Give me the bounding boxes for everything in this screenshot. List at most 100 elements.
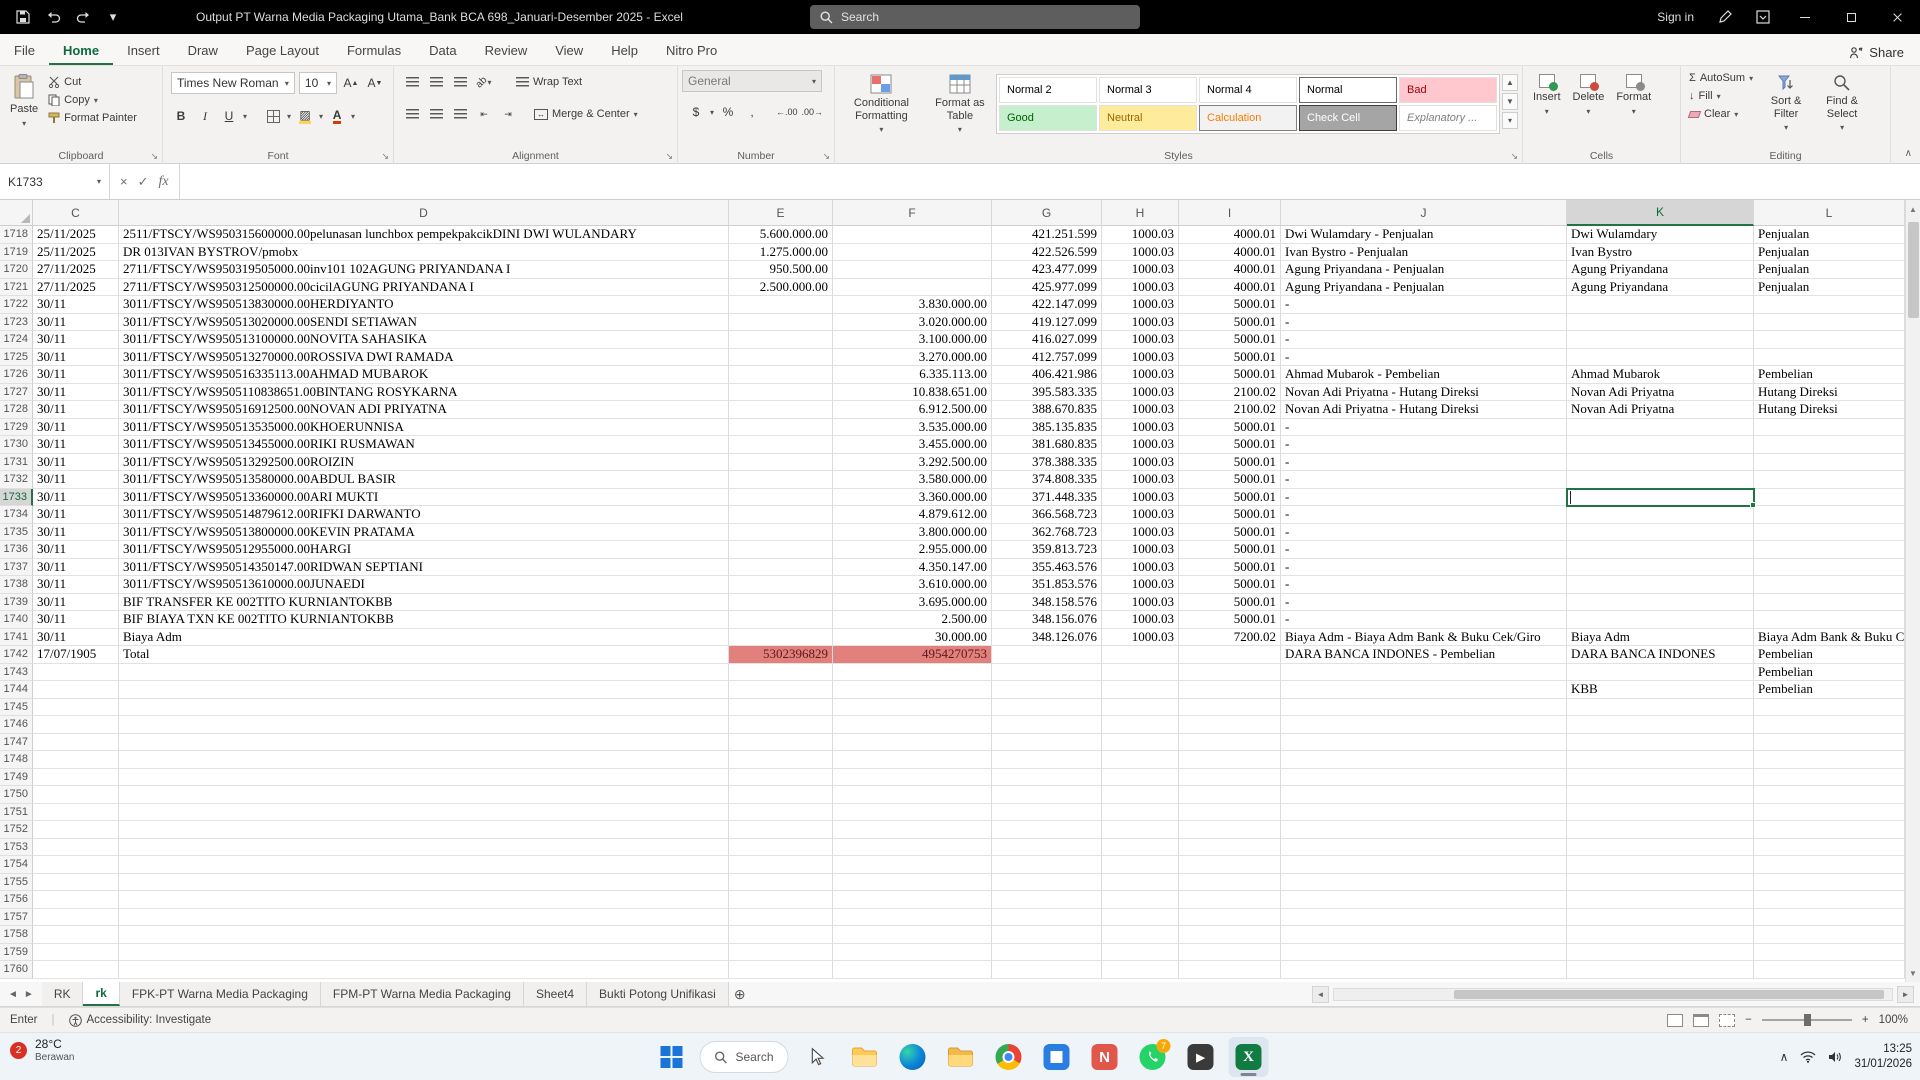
row-header-1744[interactable]: 1744 [0,681,33,699]
cell-L1750[interactable] [1754,786,1905,804]
styles-dialog-launcher-icon[interactable]: ↘ [1510,151,1518,162]
cell-L1744[interactable]: Pembelian [1754,681,1905,699]
clock[interactable]: 13:25 31/01/2026 [1854,1042,1912,1072]
cell-D1760[interactable] [119,961,729,979]
cell-J1754[interactable] [1281,856,1567,874]
cell-I1732[interactable]: 5000.01 [1179,471,1281,489]
clipboard-dialog-launcher-icon[interactable]: ↘ [150,151,158,162]
sheet-nav-right-icon[interactable]: ► [24,989,34,1000]
alignment-dialog-launcher-icon[interactable]: ↘ [665,151,673,162]
cell-G1760[interactable] [992,961,1102,979]
zoom-in-button[interactable]: + [1862,1014,1869,1026]
cell-G1739[interactable]: 348.158.576 [992,594,1102,612]
cell-H1756[interactable] [1102,891,1179,909]
horizontal-scrollbar[interactable]: ◄ ► [1312,982,1920,1006]
share-button[interactable]: Share [1833,40,1920,65]
cell-F1729[interactable]: 3.535.000.00 [833,419,992,437]
close-button[interactable] [1874,0,1920,34]
cell-D1737[interactable]: 3011/FTSCY/WS950514350147.00RIDWAN SEPTI… [119,559,729,577]
volume-icon[interactable] [1828,1051,1842,1063]
cell-C1733[interactable]: 30/11 [33,489,119,507]
fill-button[interactable]: ↓ Fill ▾ [1685,88,1757,104]
row-header-1748[interactable]: 1748 [0,751,33,769]
app-blue-icon[interactable] [1037,1037,1077,1077]
font-color-button[interactable]: A [327,106,347,126]
cell-K1751[interactable] [1567,804,1754,822]
cell-H1742[interactable] [1102,646,1179,664]
cell-I1754[interactable] [1179,856,1281,874]
cell-I1722[interactable]: 5000.01 [1179,296,1281,314]
cell-H1752[interactable] [1102,821,1179,839]
cell-J1746[interactable] [1281,716,1567,734]
format-as-table-button[interactable]: Format as Table ▾ [924,70,996,138]
cell-G1746[interactable] [992,716,1102,734]
cell-D1746[interactable] [119,716,729,734]
cell-H1745[interactable] [1102,699,1179,717]
edge-icon[interactable] [893,1037,933,1077]
cell-K1732[interactable] [1567,471,1754,489]
cell-F1720[interactable] [833,261,992,279]
cell-D1753[interactable] [119,839,729,857]
cell-H1725[interactable]: 1000.03 [1102,349,1179,367]
cell-D1759[interactable] [119,944,729,962]
cell-J1738[interactable]: - [1281,576,1567,594]
cell-L1745[interactable] [1754,699,1905,717]
cell-C1718[interactable]: 25/11/2025 [33,226,119,244]
cell-G1725[interactable]: 412.757.099 [992,349,1102,367]
cell-J1757[interactable] [1281,909,1567,927]
cell-K1744[interactable]: KBB [1567,681,1754,699]
row-header-1725[interactable]: 1725 [0,349,33,367]
titlebar-search-box[interactable]: Search [810,5,1140,29]
cell-K1739[interactable] [1567,594,1754,612]
cell-J1728[interactable]: Novan Adi Priyatna - Hutang Direksi [1281,401,1567,419]
cell-K1718[interactable]: Dwi Wulamdary [1567,226,1754,244]
cell-D1729[interactable]: 3011/FTSCY/WS950513535000.00KHOERUNNISA [119,419,729,437]
copy-button[interactable]: Copy ▾ [44,92,141,108]
cell-L1741[interactable]: Biaya Adm Bank & Buku C [1754,629,1905,647]
grow-font-button[interactable]: A▲ [341,73,361,93]
zoom-out-button[interactable]: − [1745,1014,1752,1026]
cell-L1733[interactable] [1754,489,1905,507]
cell-style-calculation[interactable]: Calculation [1199,105,1297,131]
cell-G1720[interactable]: 423.477.099 [992,261,1102,279]
format-cells-button[interactable]: Format ▾ [1610,70,1657,120]
cell-J1725[interactable]: - [1281,349,1567,367]
cell-E1720[interactable]: 950.500.00 [729,261,833,279]
cell-F1731[interactable]: 3.292.500.00 [833,454,992,472]
comma-style-button[interactable]: , [742,102,762,122]
cell-C1744[interactable] [33,681,119,699]
cell-I1750[interactable] [1179,786,1281,804]
cell-E1740[interactable] [729,611,833,629]
cell-L1721[interactable]: Penjualan [1754,279,1905,297]
cell-H1734[interactable]: 1000.03 [1102,506,1179,524]
cell-K1740[interactable] [1567,611,1754,629]
cell-J1722[interactable]: - [1281,296,1567,314]
cell-L1726[interactable]: Pembelian [1754,366,1905,384]
cell-L1723[interactable] [1754,314,1905,332]
percent-style-button[interactable]: % [718,102,738,122]
cell-G1723[interactable]: 419.127.099 [992,314,1102,332]
cell-C1732[interactable]: 30/11 [33,471,119,489]
cell-K1758[interactable] [1567,926,1754,944]
cell-K1756[interactable] [1567,891,1754,909]
cell-C1758[interactable] [33,926,119,944]
cell-E1737[interactable] [729,559,833,577]
find-select-button[interactable]: Find & Select ▾ [1815,70,1869,136]
cell-F1749[interactable] [833,769,992,787]
select-all-corner[interactable] [0,200,33,226]
cell-L1727[interactable]: Hutang Direksi [1754,384,1905,402]
cell-L1756[interactable] [1754,891,1905,909]
cell-C1726[interactable]: 30/11 [33,366,119,384]
row-header-1745[interactable]: 1745 [0,699,33,717]
cell-F1760[interactable] [833,961,992,979]
zoom-level[interactable]: 100% [1879,1014,1908,1026]
cell-I1721[interactable]: 4000.01 [1179,279,1281,297]
cell-F1748[interactable] [833,751,992,769]
cell-J1731[interactable]: - [1281,454,1567,472]
bold-button[interactable]: B [171,106,191,126]
cell-H1730[interactable]: 1000.03 [1102,436,1179,454]
cell-H1757[interactable] [1102,909,1179,927]
cell-K1728[interactable]: Novan Adi Priyatna [1567,401,1754,419]
cell-E1752[interactable] [729,821,833,839]
cell-C1751[interactable] [33,804,119,822]
